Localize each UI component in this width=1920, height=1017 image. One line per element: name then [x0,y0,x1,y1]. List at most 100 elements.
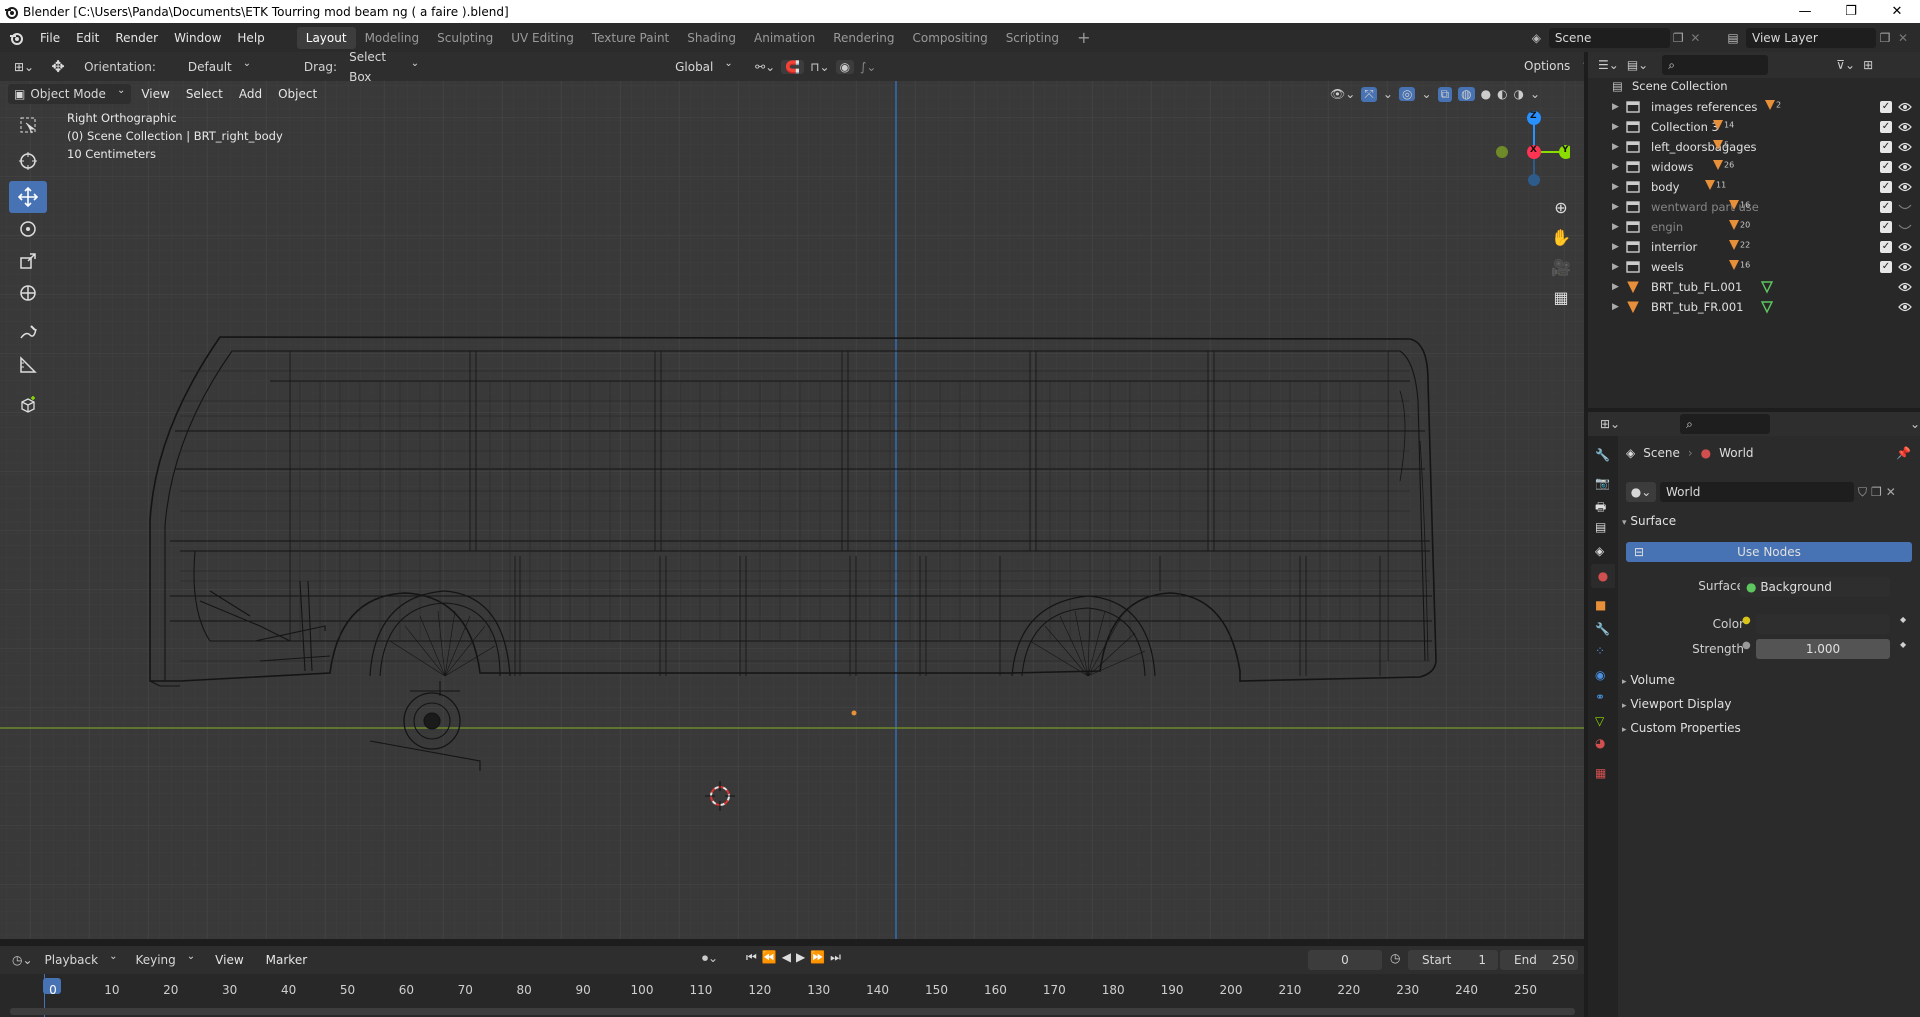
object-visibility-icon[interactable]: 👁⌄ [1330,87,1355,101]
expand-arrow-icon[interactable]: ▶ [1612,262,1619,272]
view-layer-field[interactable]: View Layer [1746,27,1876,48]
render-tab-icon[interactable]: 📷 [1595,476,1611,492]
outliner-row[interactable]: ▶ engin 20 ✓ [1588,217,1920,237]
filter-icon[interactable]: ⊽⌄ [1836,58,1855,72]
scene-tab-icon[interactable]: ◈ [1595,544,1611,560]
proportional-edit-icon[interactable]: ◉ [835,59,855,74]
blender-menu-icon[interactable] [0,31,32,45]
pin-icon[interactable]: 📌 [1896,446,1911,460]
texture-tab-icon[interactable]: ▦ [1595,766,1611,782]
properties-options-icon[interactable]: ⌄ [1910,417,1920,431]
expand-arrow-icon[interactable]: ▶ [1612,222,1619,232]
editor-type-icon[interactable]: ⊞⌄ [8,57,40,77]
scene-name-field[interactable]: Scene [1548,27,1670,48]
tab-sculpting[interactable]: Sculpting [428,27,502,49]
menu-help[interactable]: Help [229,27,272,49]
drag-dropdown[interactable]: Select Box [343,50,426,84]
select-box-tool-icon[interactable] [9,109,47,141]
new-world-icon[interactable]: ❐ [1871,485,1882,499]
display-mode-icon[interactable]: ▤⌄ [1627,58,1648,72]
output-tab-icon[interactable]: 🖶 [1595,498,1611,514]
preview-range-icon[interactable]: ◷ [1390,951,1400,965]
view-layer-selector[interactable]: ▤ View Layer ❐ ✕ [1720,27,1916,48]
surface-section-header[interactable]: ▾ Surface [1622,514,1676,528]
outliner-row[interactable]: ▶ wentward part use 16 ✓ [1588,197,1920,217]
menu-file[interactable]: File [32,27,68,49]
transform-orientation-dropdown[interactable]: Global [669,56,746,77]
rendered-shading-icon[interactable]: ◑ [1514,87,1524,101]
gizmo-toggle-icon[interactable]: ⤧ [1361,86,1377,102]
exclude-checkbox[interactable]: ✓ [1880,121,1892,133]
timeline-menu-keying[interactable]: Keying [129,950,201,970]
delete-view-layer-icon[interactable]: ✕ [1894,31,1912,45]
orientation-dropdown[interactable]: Default [181,56,278,77]
visibility-eye-icon[interactable] [1898,182,1912,192]
camera-view-icon[interactable]: 🎥 [1550,253,1572,283]
exclude-checkbox[interactable]: ✓ [1880,221,1892,233]
xray-toggle-icon[interactable]: ⧉ [1437,86,1453,102]
expand-arrow-icon[interactable]: ▶ [1612,142,1619,152]
timeline-menu-playback[interactable]: Playback [39,950,124,970]
tool-tab-icon[interactable]: 🔧 [1595,448,1611,464]
view-layer-tab-icon[interactable]: ▤ [1595,520,1611,536]
pivot-icon[interactable]: ⚯⌄ [755,60,775,74]
outliner-row[interactable]: ▶ images references 2 ✓ [1588,97,1920,117]
color-keyframe-icon[interactable]: ◆ [1900,615,1906,624]
new-collection-icon[interactable]: ⊞ [1863,58,1873,72]
visibility-eye-icon[interactable] [1898,162,1912,172]
menu-window[interactable]: Window [166,27,229,49]
unlink-world-icon[interactable]: ✕ [1886,485,1896,499]
annotate-tool-icon[interactable] [9,317,47,349]
pan-hand-icon[interactable]: ✋ [1550,223,1572,253]
new-scene-icon[interactable]: ❐ [1670,31,1687,45]
fake-user-icon[interactable]: ⛉ [1858,485,1867,500]
strength-field[interactable]: 1.000 [1756,639,1890,659]
close-icon[interactable]: ✕ [1874,0,1920,23]
material-tab-icon[interactable]: ◕ [1595,736,1611,752]
tab-uv-editing[interactable]: UV Editing [502,27,583,49]
expand-arrow-icon[interactable]: ▶ [1612,102,1619,112]
exclude-checkbox[interactable]: ✓ [1880,261,1892,273]
viewport-menu-view[interactable]: View [135,83,175,105]
object-tab-icon[interactable]: ■ [1595,598,1611,614]
outliner-row[interactable]: ▶ widows 26 ✓ [1588,157,1920,177]
move-tool-icon[interactable] [9,181,47,213]
viewport-menu-select[interactable]: Select [180,83,229,105]
outliner-search-input[interactable]: ⌕ [1662,55,1769,75]
measure-tool-icon[interactable] [9,349,47,381]
hidden-eye-icon[interactable] [1898,222,1912,232]
visibility-eye-icon[interactable] [1898,262,1912,272]
add-cube-tool-icon[interactable] [9,389,47,421]
world-browse-icon[interactable]: ●⌄ [1626,482,1656,502]
maximize-icon[interactable]: ❐ [1828,0,1874,23]
timeline-menu-view[interactable]: View [207,949,251,971]
falloff-icon[interactable]: ∫⌄ [860,60,876,74]
viewport-canvas[interactable] [0,81,1584,939]
visibility-eye-icon[interactable] [1898,122,1912,132]
tab-texture-paint[interactable]: Texture Paint [583,27,678,49]
expand-arrow-icon[interactable]: ▶ [1612,282,1619,292]
expand-arrow-icon[interactable]: ▶ [1612,202,1619,212]
menu-edit[interactable]: Edit [68,27,107,49]
world-name-field[interactable]: World [1660,482,1854,502]
ortho-toggle-icon[interactable]: ▦ [1550,283,1572,313]
outliner-editor-type-icon[interactable]: ☰⌄ [1598,58,1619,72]
tab-rendering[interactable]: Rendering [824,27,903,49]
tab-shading[interactable]: Shading [678,27,745,49]
surface-shader-field[interactable]: ● Background [1740,577,1890,597]
visibility-eye-icon[interactable] [1898,242,1912,252]
modifier-tab-icon[interactable]: 🔧 [1595,622,1611,638]
volume-section-header[interactable]: ▸ Volume [1622,673,1675,687]
wireframe-shading-icon[interactable]: ◍ [1458,87,1475,101]
3d-viewport[interactable]: ▣ Object Mode View Select Add Object 👁⌄ ⤧… [0,81,1584,939]
world-tab-icon[interactable]: ● [1591,564,1615,588]
outliner-row[interactable]: ▶ interrior 22 ✓ [1588,237,1920,257]
properties-search-input[interactable]: ⌕ [1680,414,1770,434]
timeline-menu-marker[interactable]: Marker [258,949,315,971]
physics-tab-icon[interactable]: ◉ [1595,668,1611,684]
tab-modeling[interactable]: Modeling [356,27,429,49]
outliner-row[interactable]: ▶ BRT_tub_FL.001 [1588,277,1920,297]
transform-tool-icon[interactable] [9,277,47,309]
current-frame-field[interactable]: 0 [1308,950,1382,970]
use-nodes-button[interactable]: ⊟ Use Nodes [1626,542,1912,562]
